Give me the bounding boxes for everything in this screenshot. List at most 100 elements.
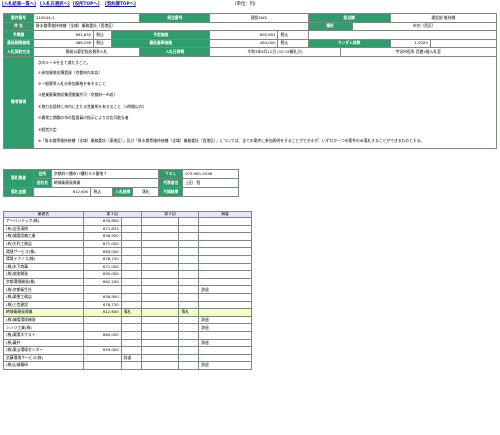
round-2-note <box>178 292 200 302</box>
round-2-amount <box>140 277 180 287</box>
nav-link-office-top[interactable]: [役所TOPへ] <box>73 1 100 7</box>
table-row: 岬城衛開発興業 612,600 落札 落札 <box>3 308 252 317</box>
round-2-amount <box>140 346 180 355</box>
round-2-note <box>178 285 200 294</box>
bidder-name: (株)協栄開発 <box>3 270 84 279</box>
round-1-note <box>120 217 142 226</box>
table-row: (有)吉田清掃 671,833 <box>3 224 252 234</box>
table-row: (株)藤井 辞退 <box>3 338 252 348</box>
remarks <box>198 308 252 317</box>
table-row: (株)東山環境センター 649,000 <box>3 346 252 355</box>
round-1-amount: 671,000 <box>82 262 122 272</box>
round-2-note <box>178 338 200 348</box>
round-2-note <box>178 346 200 355</box>
section: 建設部 維持課 <box>389 13 498 23</box>
nav-link-contract-top[interactable]: [契約課TOPへ] <box>105 1 136 7</box>
round-1-note <box>120 277 142 287</box>
round-1-note <box>120 330 142 340</box>
round-1-note <box>120 247 142 256</box>
round-1-note <box>120 315 142 325</box>
round-1-note <box>120 254 142 264</box>
table-row: 環境テクノス(株) 678,730 <box>3 254 252 264</box>
round-1-note <box>120 285 142 294</box>
label-company: 会社名 <box>32 178 52 188</box>
round-2-amount <box>140 285 180 294</box>
winner-address: 京都府八幡市八幡町０８番地７ <box>50 169 160 179</box>
round-2-note <box>178 254 200 264</box>
remarks: 辞退 <box>198 315 252 325</box>
round-1-amount <box>82 323 122 332</box>
table-row: (株)三信建設 678,730 <box>3 300 252 310</box>
notes-line: ③産業廃棄物収集運搬業許可（京都府～市若） <box>38 92 118 98</box>
round-2-amount <box>140 217 180 226</box>
remarks <box>198 292 252 302</box>
remarks: 辞退 <box>198 323 252 332</box>
winner-tel: 075-981-0348 <box>182 169 239 179</box>
round-2-amount <box>140 361 180 370</box>
place: 市内（西区） <box>351 21 498 31</box>
results-body: アーバンテック(株) 635,800 (有)吉田清掃 671,833 (株)城陽設備工業… <box>3 217 252 370</box>
failed-result <box>182 187 239 197</box>
round-2-amount <box>140 323 180 332</box>
notes-line: ⑥経営大定 <box>38 126 57 132</box>
round-1-amount <box>82 338 122 348</box>
round-1-amount: 660,000 <box>82 330 122 340</box>
round-2-note: 落札 <box>178 308 200 317</box>
budget-tax-label: 税込 <box>93 30 113 40</box>
round-2-note <box>178 353 200 363</box>
round-1-amount: 649,000 <box>82 346 122 355</box>
winning-bidder-table: 落札業者 住所 京都府八幡市八幡町０８番地７ ＴＥＬ 075-981-0348 … <box>3 169 239 197</box>
label-contract-method: 入札契約方法 <box>2 47 35 57</box>
round-2-amount <box>140 224 180 234</box>
round-1-amount: 671,000 <box>82 239 122 249</box>
bidder-name: 岬城衛開発興業 <box>3 308 84 317</box>
round-1-note <box>120 232 142 241</box>
bidder-name: 武藤環境サービス(株) <box>3 353 84 363</box>
round-2-amount <box>140 262 180 272</box>
round-2-amount <box>140 315 180 325</box>
bidder-name: アーバンテック(株) <box>3 217 84 226</box>
table-row: 武藤環境サービス(株) 辞退 <box>3 353 252 363</box>
notes-line: ⑤異常工期間の市の監督員の指示により対応可能な者 <box>38 115 129 121</box>
remarks <box>198 232 252 241</box>
round-1-amount: 612,600 <box>82 308 122 317</box>
planned-price-value: 692,652 <box>209 30 279 40</box>
label-case-name: 件 名 <box>2 21 35 31</box>
label-min-base-price: 最低基準価格 <box>111 38 211 48</box>
round-1-amount: 658,900 <box>82 292 122 302</box>
min-base-price-value: 484,000 <box>209 38 279 48</box>
table-row: 京都環境開発(株) 662,200 <box>3 277 252 287</box>
round-2-note <box>178 300 200 310</box>
label-place: 場所 <box>307 21 353 31</box>
round-2-note <box>178 232 200 241</box>
round-1-note <box>120 239 142 249</box>
nav-link-results-list[interactable]: [入札結果一覧へ] <box>2 1 36 7</box>
remarks <box>198 224 252 234</box>
remarks <box>198 254 252 264</box>
budget-value: 692,652 <box>33 30 95 40</box>
winner-company: 岬城衛開発興業 <box>50 178 160 188</box>
winning-amount: 612,600 <box>32 187 92 197</box>
notes-line: ④独力全段時に市内に主たる営業所を有すること（1時間以内） <box>38 103 147 109</box>
round-2-note <box>178 262 200 272</box>
table-row: (株)栗栖工務店 658,900 <box>3 292 252 302</box>
round-1-note <box>120 300 142 310</box>
bidder-name: (有)大村工務店 <box>3 239 84 249</box>
bidder-name: 京都環境開発(株) <box>3 277 84 287</box>
round-1-note <box>120 361 142 370</box>
round-1-amount <box>82 285 122 294</box>
label-budget: 予算額 <box>2 30 35 40</box>
bidder-name: シンジ工業(株) <box>3 323 84 332</box>
round-2-amount <box>140 330 180 340</box>
round-1-amount: 671,833 <box>82 224 122 234</box>
label-order-number: 発注番号 <box>139 13 211 23</box>
round-2-amount <box>140 270 180 279</box>
order-number: 建設SW2 <box>209 13 309 23</box>
table-row: (株)城陽設備工業 658,930 <box>3 232 252 241</box>
nav-link-date-select[interactable]: [入札日選択へ] <box>40 1 70 7</box>
bidder-name: (株)山城精研 <box>3 361 84 370</box>
bidder-name: (株)三信建設 <box>3 300 84 310</box>
remarks <box>198 239 252 249</box>
round-2-amount <box>140 232 180 241</box>
round-1-amount: 678,730 <box>82 300 122 310</box>
